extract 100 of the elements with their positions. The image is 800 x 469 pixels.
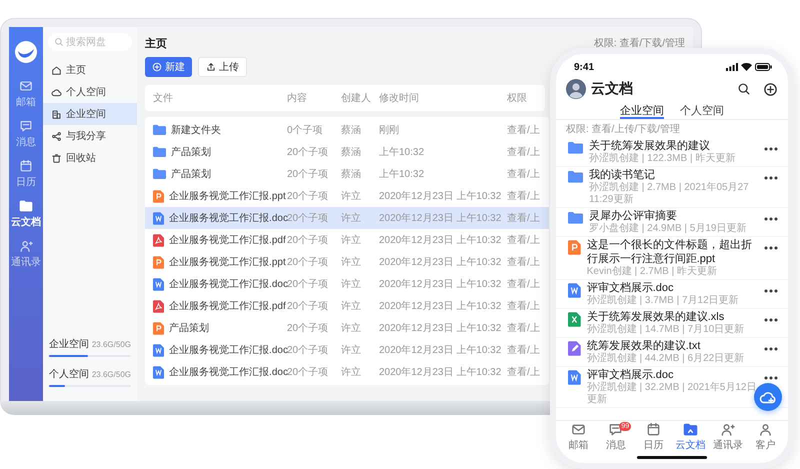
table-row[interactable]: 新建文件夹 0个子项 蔡涵 刚刚 查看/上 bbox=[145, 119, 549, 141]
file-list-item[interactable]: 我的读书笔记 孙涩凯创建 | 2.7MB | 2021年05月27 11:29更新 bbox=[556, 167, 788, 208]
table-row[interactable]: 企业服务视觉工作汇报.ppt20个子项 许立 2020年12月23日 上午10:32 查看/上 bbox=[145, 185, 549, 207]
folder-icon bbox=[19, 199, 33, 213]
page-title: 主页 bbox=[145, 36, 167, 50]
home-indicator bbox=[637, 456, 707, 459]
avatar bbox=[566, 79, 586, 99]
file-list-item[interactable]: 评审文档展示.doc 孙涩凯创建 | 3.7MB | 7月12日更新 bbox=[556, 280, 788, 309]
document-icon bbox=[153, 366, 164, 378]
more-icon[interactable] bbox=[764, 246, 778, 250]
plus-icon bbox=[763, 82, 778, 96]
table-row[interactable]: 企业服务视觉工作汇报.doc20个子项 许立 2020年12月23日 上午10:32 查看/上 bbox=[145, 339, 549, 361]
file-list-item[interactable]: 关于统筹发展效果的建议 孙涩凯创建 | 122.3MB | 昨天更新 bbox=[556, 138, 788, 167]
table-row[interactable]: 企业服务视觉工作汇报.pdf20个子项 许立 2020年12月23日 上午10:32 查看/上 bbox=[145, 295, 549, 317]
add-button[interactable] bbox=[763, 82, 778, 96]
table-cell-text: 查看/上 bbox=[507, 234, 541, 247]
nav-item[interactable]: 企业空间 bbox=[43, 103, 137, 125]
home-icon bbox=[51, 64, 62, 76]
table-cell-text: 查看/上 bbox=[507, 146, 541, 159]
table-cell-text: 许立 bbox=[341, 212, 362, 225]
table-cell-text: 20个子项 bbox=[287, 168, 330, 181]
table-row[interactable]: 企业服务视觉工作汇报.pdf20个子项 许立 2020年12月23日 上午10:32 查看/上 bbox=[145, 229, 549, 251]
table-cell-text: 20个子项 bbox=[287, 146, 330, 159]
cloud-upload-icon bbox=[759, 390, 777, 404]
table-cell-text: 查看/上 bbox=[507, 190, 541, 203]
file-name: 企业服务视觉工作汇报.pdf bbox=[169, 234, 286, 247]
tab-bar-item[interactable]: 邮箱 bbox=[560, 421, 598, 453]
table-row[interactable]: 产品策划 20个子项 蔡涵 上午10:32 查看/上 bbox=[145, 141, 549, 163]
table-cell-text: 2020年12月23日 上午10:32 bbox=[379, 322, 502, 335]
search-field[interactable]: 搜索网盘 bbox=[48, 33, 132, 51]
trash-icon bbox=[51, 152, 62, 164]
table-cell-text: 许立 bbox=[341, 366, 362, 379]
share-icon bbox=[51, 130, 62, 142]
file-name: 评审文档展示.doc bbox=[586, 281, 675, 294]
tab-bar-item[interactable]: 客户 bbox=[746, 421, 784, 453]
table-row[interactable]: 企业服务视觉工作汇报.ppt20个子项 许立 2020年12月23日 上午10:32 查看/上 bbox=[145, 251, 549, 273]
nav-item[interactable]: 回收站 bbox=[43, 147, 137, 169]
table-cell-text: 2020年12月23日 上午10:32 bbox=[379, 278, 502, 291]
tab-bar-item[interactable]: 日历 bbox=[634, 421, 672, 453]
search-button[interactable] bbox=[737, 82, 751, 96]
more-icon[interactable] bbox=[764, 289, 778, 293]
more-icon[interactable] bbox=[764, 147, 778, 151]
table-row[interactable]: 企业服务视觉工作汇报.doc20个子项 许立 2020年12月23日 上午10:32 查看/上 bbox=[145, 207, 549, 229]
file-details: 孙涩凯创建 | 2.7MB | 2021年05月27 11:29更新 bbox=[589, 182, 750, 206]
file-name: 这是一个很长的文件标题，超出折行展示一行注意行间距.ppt bbox=[586, 238, 753, 266]
permission-note: 权限: 查看/上传/下载/管理 bbox=[565, 122, 681, 137]
upload-fab[interactable] bbox=[754, 383, 782, 411]
table-cell-text: 20个子项 bbox=[287, 190, 330, 203]
file-name: 灵犀办公评审摘要 bbox=[589, 209, 678, 222]
file-details: 孙涩凯创建 | 32.2MB | 2021年5月12日更新 bbox=[586, 382, 758, 406]
table-row[interactable]: 产品策划 20个子项 许立 2020年12月23日 上午10:32 查看/上 bbox=[145, 317, 549, 339]
nav-item[interactable]: 主页 bbox=[43, 59, 137, 81]
folder-icon bbox=[153, 168, 166, 180]
table-cell-text: 许立 bbox=[341, 322, 362, 335]
document-icon bbox=[568, 341, 581, 356]
contacts-icon bbox=[19, 239, 33, 253]
document-icon bbox=[153, 256, 164, 268]
new-button[interactable]: 新建 bbox=[145, 57, 192, 77]
document-icon bbox=[153, 300, 164, 312]
file-name: 产品策划 bbox=[171, 168, 211, 181]
table-cell-text: 查看/上 bbox=[507, 344, 541, 357]
folder-icon bbox=[153, 124, 166, 136]
file-list-item[interactable]: 灵犀办公评审摘要 罗小盘创建 | 24.9MB | 5月19日更新 bbox=[556, 208, 788, 237]
more-icon[interactable] bbox=[764, 318, 778, 322]
folder-icon bbox=[568, 141, 583, 154]
tab[interactable]: 企业空间 bbox=[620, 101, 664, 119]
document-icon bbox=[153, 212, 164, 224]
tab-bar-item[interactable]: 通讯录 bbox=[709, 421, 747, 453]
status-time: 9:41 bbox=[574, 62, 594, 72]
app-title: 云文档 bbox=[591, 80, 633, 98]
table-cell-text: 许立 bbox=[341, 344, 362, 357]
table-row[interactable]: 产品策划 20个子项 蔡涵 上午10:32 查看/上 bbox=[145, 163, 549, 185]
table-cell-text: 20个子项 bbox=[287, 278, 330, 291]
building-icon bbox=[51, 108, 62, 120]
sidebar-item[interactable]: 云文档 bbox=[11, 199, 41, 229]
table-row[interactable]: 企业服务视觉工作汇报.doc20个子项 许立 2020年12月23日 上午10:32 查看/上 bbox=[145, 273, 549, 295]
nav-item[interactable]: 个人空间 bbox=[43, 81, 137, 103]
table-cell-text: 2020年12月23日 上午10:32 bbox=[379, 212, 502, 225]
table-cell-text: 20个子项 bbox=[287, 212, 330, 225]
document-icon bbox=[568, 283, 581, 298]
file-list-item[interactable]: 统筹发展效果的建议.txt 孙涩凯创建 | 44.2MB | 6月22日更新 bbox=[556, 338, 788, 367]
more-icon[interactable] bbox=[764, 347, 778, 351]
file-list-item[interactable]: 这是一个很长的文件标题，超出折行展示一行注意行间距.ppt Kevin创建 | 2.7MB | 昨天更新 bbox=[556, 237, 788, 280]
file-list-item[interactable]: 关于统筹发展效果的建议.xls 孙涩凯创建 | 14.7MB | 7月10日更新 bbox=[556, 309, 788, 338]
table-cell-text: 查看/上 bbox=[507, 256, 541, 269]
tab[interactable]: 个人空间 bbox=[680, 101, 724, 119]
table-cell-text: 许立 bbox=[341, 256, 362, 269]
more-icon[interactable] bbox=[764, 217, 778, 221]
calendar-icon bbox=[19, 159, 33, 173]
table-row[interactable]: 企业服务视觉工作汇报.doc20个子项 许立 2020年12月23日 上午10:32 查看/上 bbox=[145, 361, 549, 383]
table-cell-text: 许立 bbox=[341, 234, 362, 247]
upload-button[interactable]: 上传 bbox=[198, 57, 247, 77]
more-icon[interactable] bbox=[764, 176, 778, 180]
document-icon bbox=[153, 190, 164, 202]
table-cell-text: 20个子项 bbox=[287, 300, 330, 313]
document-icon bbox=[153, 344, 164, 356]
more-icon[interactable] bbox=[764, 376, 778, 380]
tab-bar-item[interactable]: 云文档 bbox=[672, 421, 710, 453]
table-cell-text: 查看/上 bbox=[507, 366, 541, 379]
nav-item[interactable]: 与我分享 bbox=[43, 125, 137, 147]
